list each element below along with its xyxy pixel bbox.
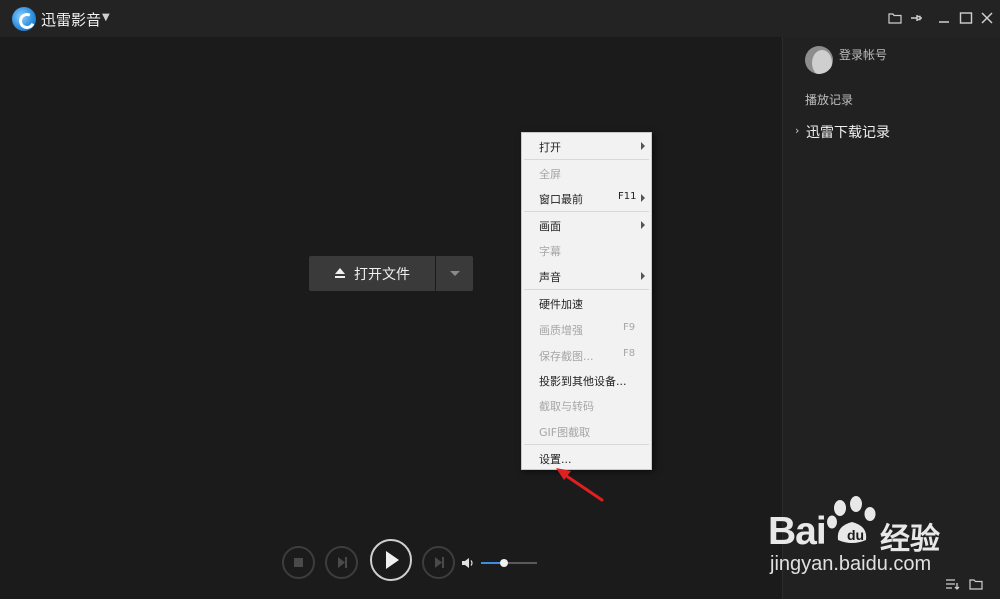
volume-icon[interactable] xyxy=(461,557,475,569)
menu-item-sound[interactable]: 声音 xyxy=(522,264,651,288)
open-file-dropdown-button[interactable] xyxy=(436,256,473,291)
svg-text:du: du xyxy=(847,527,864,543)
eject-icon xyxy=(335,268,345,278)
title-bar: 迅雷影音 ▼ xyxy=(0,0,1000,37)
submenu-arrow-icon xyxy=(641,194,645,202)
watermark-suffix: 经验 xyxy=(880,522,940,557)
close-icon[interactable] xyxy=(978,9,996,27)
previous-button[interactable] xyxy=(325,546,358,579)
menu-separator xyxy=(524,159,649,160)
watermark-url: jingyan.baidu.com xyxy=(770,553,932,575)
maximize-icon[interactable] xyxy=(957,9,975,27)
play-history-label[interactable]: 播放记录 xyxy=(805,91,853,108)
menu-separator xyxy=(524,444,649,445)
expand-chevron-icon[interactable]: › xyxy=(795,124,799,137)
menu-item-hardware-acceleration[interactable]: 硬件加速 xyxy=(522,291,651,315)
submenu-arrow-icon xyxy=(641,221,645,229)
menu-item-save-screenshot[interactable]: 保存截图... F8 xyxy=(522,343,651,367)
folder-icon[interactable] xyxy=(886,9,904,27)
menu-item-label: 字幕 xyxy=(539,245,561,258)
menu-item-label: 硬件加速 xyxy=(539,298,583,311)
app-menu-caret-icon[interactable]: ▼ xyxy=(102,12,110,23)
menu-item-label: 打开 xyxy=(539,141,561,154)
menu-item-cast[interactable]: 投影到其他设备... xyxy=(522,368,651,392)
menu-separator xyxy=(524,289,649,290)
volume-slider-handle[interactable] xyxy=(500,559,508,567)
app-title[interactable]: 迅雷影音 xyxy=(41,9,101,30)
minimize-icon[interactable] xyxy=(935,9,953,27)
menu-item-always-on-top[interactable]: 窗口最前 F11 xyxy=(522,186,651,210)
menu-item-label: 声音 xyxy=(539,271,561,284)
menu-item-open[interactable]: 打开 xyxy=(522,134,651,158)
play-icon xyxy=(386,551,399,569)
menu-item-label: 截取与转码 xyxy=(539,400,594,413)
menu-item-clip-transcode[interactable]: 截取与转码 xyxy=(522,393,651,417)
next-icon xyxy=(435,557,444,568)
app-logo-icon[interactable] xyxy=(12,7,36,31)
stop-button[interactable] xyxy=(282,546,315,579)
menu-item-label: 画质增强 xyxy=(539,324,583,337)
menu-item-quality-enhance[interactable]: 画质增强 F9 xyxy=(522,317,651,341)
playlist-sort-icon[interactable] xyxy=(944,577,960,591)
stop-icon xyxy=(294,558,303,567)
submenu-arrow-icon xyxy=(641,272,645,280)
menu-item-fullscreen[interactable]: 全屏 xyxy=(522,161,651,185)
submenu-arrow-icon xyxy=(641,142,645,150)
watermark-brand: Bai xyxy=(768,510,827,553)
menu-separator xyxy=(524,211,649,212)
login-link[interactable]: 登录帐号 xyxy=(839,46,887,63)
menu-item-picture[interactable]: 画面 xyxy=(522,213,651,237)
menu-item-label: 保存截图... xyxy=(539,350,594,363)
avatar[interactable] xyxy=(805,46,833,74)
next-button[interactable] xyxy=(422,546,455,579)
open-folder-icon[interactable] xyxy=(968,577,984,591)
menu-item-shortcut: F9 xyxy=(623,322,636,333)
open-file-button[interactable]: 打开文件 xyxy=(309,256,435,291)
annotation-arrow-icon xyxy=(556,468,604,502)
baidu-paw-logo-icon: du xyxy=(827,496,876,543)
menu-item-gif-capture[interactable]: GIF图截取 xyxy=(522,419,651,443)
menu-item-label: 窗口最前 xyxy=(539,193,583,206)
menu-item-shortcut: F11 xyxy=(618,191,637,202)
video-area[interactable] xyxy=(0,37,782,599)
menu-item-label: 投影到其他设备... xyxy=(539,375,627,388)
menu-item-subtitle[interactable]: 字幕 xyxy=(522,238,651,262)
open-file-label: 打开文件 xyxy=(354,267,410,283)
pin-icon[interactable] xyxy=(907,9,925,27)
menu-item-shortcut: F8 xyxy=(623,348,636,359)
menu-item-label: 全屏 xyxy=(539,168,561,181)
download-history-item[interactable]: 迅雷下载记录 xyxy=(806,122,890,142)
context-menu: 打开 全屏 窗口最前 F11 画面 字幕 声音 硬件加速 画质增强 F9 保存截… xyxy=(521,132,652,470)
play-button[interactable] xyxy=(370,539,412,581)
previous-icon xyxy=(338,557,347,568)
menu-item-label: GIF图截取 xyxy=(539,426,591,439)
menu-item-label: 画面 xyxy=(539,220,561,233)
